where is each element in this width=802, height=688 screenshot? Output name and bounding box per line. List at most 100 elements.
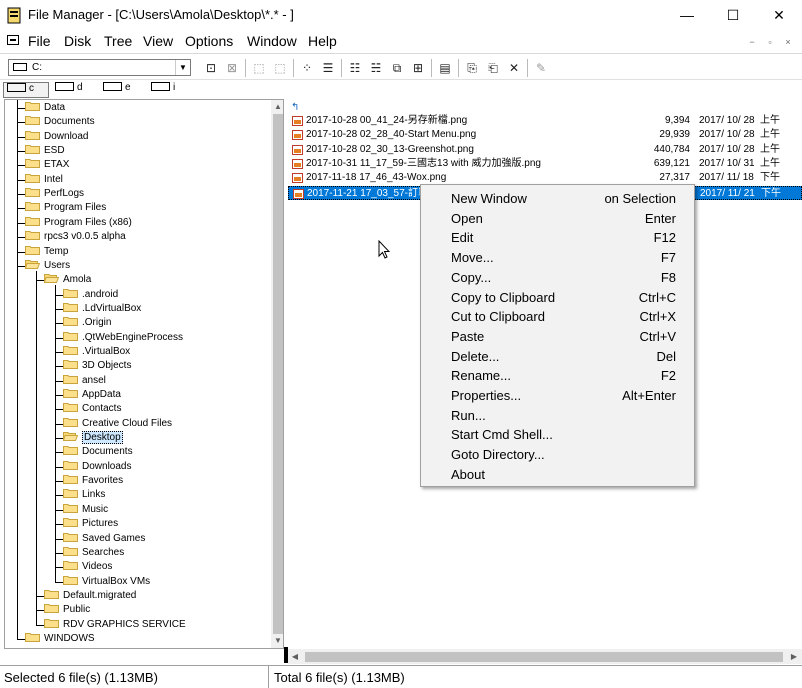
tree-item[interactable]: Documents (25, 115, 95, 129)
tree-item[interactable]: Data (25, 101, 65, 115)
minimize-button[interactable]: — (664, 0, 710, 31)
context-menu-item-copy[interactable]: Copy... F8 (421, 268, 694, 288)
tree-only-icon[interactable]: ⧉ (387, 59, 407, 77)
scroll-up-arrow-icon[interactable]: ▲ (271, 100, 283, 114)
context-menu-item-open[interactable]: Open Enter (421, 209, 694, 229)
tree-item[interactable]: Desktop (62, 431, 123, 445)
file-row[interactable]: 2017-10-28 00_41_24-另存新檔.png 9,394 2017/ 1… (288, 114, 802, 128)
tree-item[interactable]: Public (44, 603, 90, 617)
tree-item[interactable]: Download (25, 130, 88, 144)
tree-item[interactable]: Favorites (63, 474, 123, 488)
sort-by-name-icon[interactable]: ☷ (345, 59, 365, 77)
file-row[interactable]: 2017-10-28 02_30_13-Greenshot.png 440,784… (288, 143, 802, 157)
delete-icon[interactable]: ✕ (504, 59, 524, 77)
connect-drive-icon[interactable]: ⊡ (201, 59, 221, 77)
scroll-left-arrow-icon[interactable]: ◀ (288, 650, 302, 664)
drive-select[interactable]: C: ▼ (8, 59, 191, 76)
menu-window[interactable]: Window (247, 33, 297, 49)
scrollbar-thumb[interactable] (273, 114, 283, 634)
tree-item[interactable]: Program Files (25, 201, 106, 215)
file-manager-app-icon[interactable] (7, 7, 21, 24)
tree-item[interactable]: Contacts (63, 402, 121, 416)
context-menu-item-copy-to-clipboard[interactable]: Copy to Clipboard Ctrl+C (421, 288, 694, 308)
menu-view[interactable]: View (143, 33, 173, 49)
context-menu-item-move[interactable]: Move... F7 (421, 248, 694, 268)
large-icons-icon[interactable]: ⁘ (297, 59, 317, 77)
parent-directory-icon[interactable]: ↰ (291, 102, 299, 113)
tree-item[interactable]: Downloads (63, 460, 131, 474)
tree-item[interactable]: WINDOWS (25, 632, 95, 646)
disconnect-drive-icon[interactable]: ⊠ (222, 59, 242, 77)
drive-button-d[interactable]: d (52, 81, 98, 98)
context-menu-item-rename[interactable]: Rename... F2 (421, 366, 694, 386)
mdi-minimize-button[interactable]: − (745, 36, 759, 49)
context-menu-item-cut-to-clipboard[interactable]: Cut to Clipboard Ctrl+X (421, 307, 694, 327)
tree-item[interactable]: Documents (63, 445, 133, 459)
tree-item[interactable]: Users (24, 259, 70, 273)
small-icons-icon[interactable]: ☰ (318, 59, 338, 77)
file-list-horizontal-scrollbar[interactable]: ◀ ▶ (288, 649, 802, 664)
context-menu-item-about[interactable]: About (421, 465, 694, 485)
details-icon[interactable]: ⊞ (408, 59, 428, 77)
scroll-down-arrow-icon[interactable]: ▼ (271, 634, 283, 648)
context-menu-item-properties[interactable]: Properties... Alt+Enter (421, 386, 694, 406)
tree-item[interactable]: rpcs3 v0.0.5 alpha (25, 230, 126, 244)
menu-options[interactable]: Options (185, 33, 233, 49)
tree-item[interactable]: Amola (43, 273, 91, 287)
file-row[interactable]: 2017-10-28 02_28_40-Start Menu.png 29,939… (288, 128, 802, 142)
move-icon[interactable]: ⎗ (483, 59, 503, 77)
mdi-restore-button[interactable]: ▫ (763, 36, 777, 49)
close-button[interactable]: ✕ (756, 0, 802, 31)
tree-item[interactable]: Program Files (x86) (25, 216, 132, 230)
tree-item[interactable]: Intel (25, 173, 63, 187)
share-icon[interactable]: ⬚ (249, 59, 269, 77)
file-row[interactable]: 2017-10-31 11_17_59-三國志13 with 威力加強版.png… (288, 157, 802, 171)
context-menu-item-goto-directory[interactable]: Goto Directory... (421, 445, 694, 465)
tree-item[interactable]: RDV GRAPHICS SERVICE (44, 618, 186, 632)
directory-tree[interactable]: ▲ ▼ Data Documents Download ESD ETAX Intel Per… (4, 99, 284, 649)
tree-item[interactable]: .Origin (63, 316, 111, 330)
mdi-close-button[interactable]: × (781, 36, 795, 49)
tree-item[interactable]: Videos (63, 560, 112, 574)
drive-button-i[interactable]: i (148, 81, 194, 98)
tree-item[interactable]: ESD (25, 144, 65, 158)
tree-item[interactable]: Links (63, 488, 105, 502)
stop-share-icon[interactable]: ⬚ (270, 59, 290, 77)
context-menu-item-start-cmd-shell[interactable]: Start Cmd Shell... (421, 425, 694, 445)
menu-tree[interactable]: Tree (104, 33, 132, 49)
context-menu-item-paste[interactable]: Paste Ctrl+V (421, 327, 694, 347)
tree-item[interactable]: Creative Cloud Files (63, 417, 172, 431)
tree-item[interactable]: AppData (63, 388, 121, 402)
menu-disk[interactable]: Disk (64, 33, 91, 49)
context-menu-item-run[interactable]: Run... (421, 406, 694, 426)
copy-icon[interactable]: ⎘ (462, 59, 482, 77)
tree-item[interactable]: ETAX (25, 158, 69, 172)
tree-item[interactable]: .LdVirtualBox (63, 302, 141, 316)
tree-item[interactable]: Searches (63, 546, 124, 560)
system-menu-icon[interactable] (7, 35, 19, 45)
chevron-down-icon[interactable]: ▼ (175, 60, 190, 75)
tree-item[interactable]: Pictures (63, 517, 118, 531)
tree-item[interactable]: ansel (63, 374, 106, 388)
maximize-button[interactable]: ☐ (710, 0, 756, 31)
menu-help[interactable]: Help (308, 33, 337, 49)
tree-item[interactable]: Temp (25, 245, 68, 259)
tree-item[interactable]: .VirtualBox (63, 345, 130, 359)
scroll-right-arrow-icon[interactable]: ▶ (787, 650, 801, 664)
tree-item[interactable]: 3D Objects (63, 359, 131, 373)
tree-item[interactable]: Music (63, 503, 108, 517)
drive-button-e[interactable]: e (100, 81, 146, 98)
context-menu-item-delete[interactable]: Delete... Del (421, 347, 694, 367)
menu-file[interactable]: File (28, 33, 51, 49)
tree-vertical-scrollbar[interactable]: ▲ ▼ (271, 100, 283, 648)
tree-item[interactable]: Default.migrated (44, 589, 136, 603)
context-menu-item-new-window[interactable]: New Window on Selection (421, 189, 694, 209)
new-window-icon[interactable]: ▤ (435, 59, 455, 77)
tree-item[interactable]: .android (63, 288, 118, 302)
properties-icon[interactable]: ✎ (531, 59, 551, 77)
sort-by-type-icon[interactable]: ☵ (366, 59, 386, 77)
tree-item[interactable]: .QtWebEngineProcess (63, 331, 183, 345)
drive-button-c[interactable]: c (3, 82, 49, 98)
tree-item[interactable]: Saved Games (63, 532, 145, 546)
tree-item[interactable]: VirtualBox VMs (63, 575, 150, 589)
